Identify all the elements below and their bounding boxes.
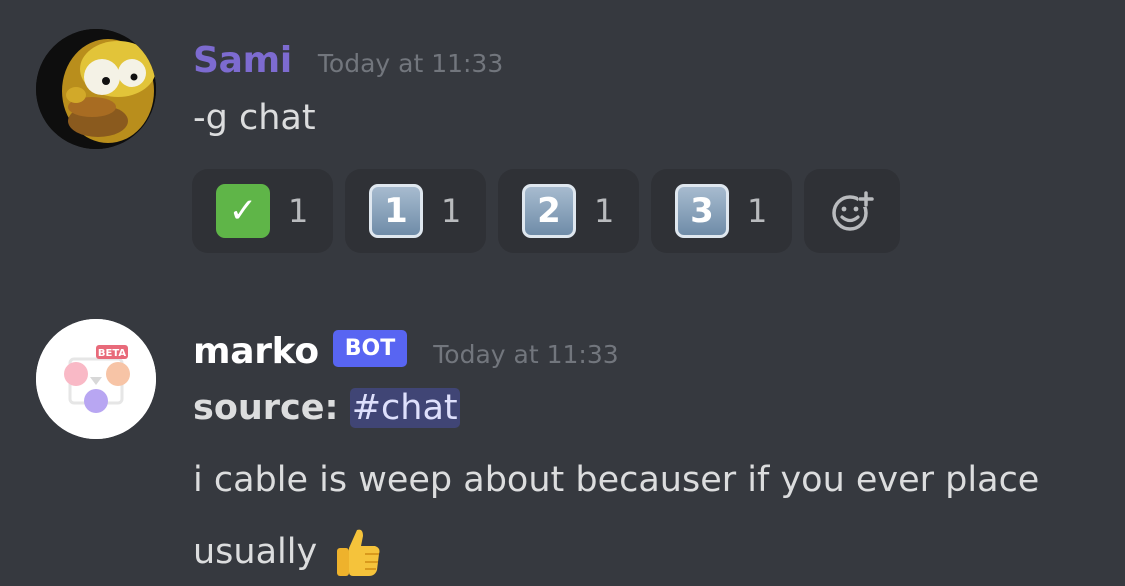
- message-text: usually: [193, 532, 318, 572]
- reaction-count: 1: [441, 192, 462, 230]
- timestamp: Today at 11:33: [317, 49, 504, 78]
- keycap-one-icon: 1: [369, 184, 423, 238]
- keycap-two-icon: 2: [522, 184, 576, 238]
- source-label: source:: [193, 388, 339, 428]
- message-content: -g chat: [193, 98, 316, 138]
- reaction-two[interactable]: 2 1: [498, 169, 639, 253]
- check-mark-icon: ✓: [216, 184, 270, 238]
- reaction-three[interactable]: 3 1: [651, 169, 792, 253]
- bot-avatar-image: BETA: [36, 319, 156, 439]
- message-header: Sami Today at 11:33: [193, 40, 503, 81]
- bot-tag: BOT: [332, 330, 408, 367]
- reaction-check[interactable]: ✓ 1: [192, 169, 333, 253]
- reaction-count: 1: [747, 192, 768, 230]
- add-reaction-button[interactable]: [804, 169, 900, 253]
- message-content-line1: i cable is weep about becauser if you ev…: [193, 460, 1040, 500]
- message-content-line2: usually: [193, 524, 385, 580]
- reaction-one[interactable]: 1 1: [345, 169, 486, 253]
- channel-mention[interactable]: #chat: [349, 388, 460, 428]
- username[interactable]: marko: [193, 331, 319, 372]
- source-line: source: #chat: [193, 388, 460, 428]
- thumbs-up-icon: [337, 529, 380, 576]
- add-reaction-icon: [832, 191, 874, 231]
- username[interactable]: Sami: [193, 40, 292, 81]
- homer-avatar-image: [36, 29, 156, 149]
- avatar[interactable]: [36, 29, 156, 149]
- beta-badge: BETA: [98, 348, 126, 359]
- keycap-three-icon: 3: [675, 184, 729, 238]
- reaction-count: 1: [288, 192, 309, 230]
- timestamp: Today at 11:33: [433, 340, 619, 369]
- avatar[interactable]: BETA: [36, 319, 156, 439]
- reaction-count: 1: [594, 192, 615, 230]
- reactions-bar: ✓ 1 1 1 2 1 3 1: [192, 169, 900, 253]
- message-header: marko BOT Today at 11:33: [193, 330, 619, 375]
